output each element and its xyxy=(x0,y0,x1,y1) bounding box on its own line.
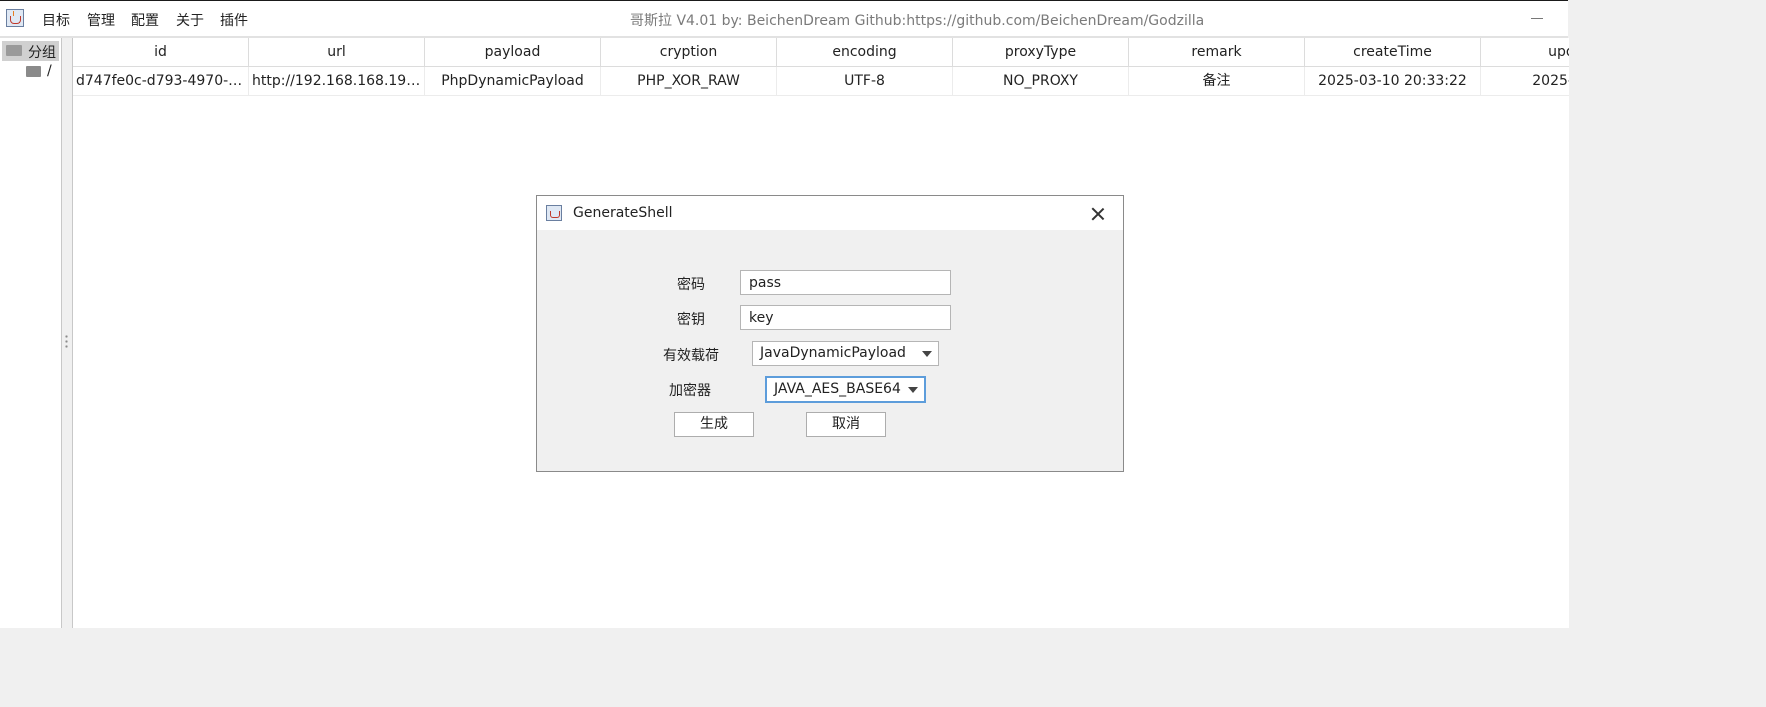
key-field[interactable] xyxy=(740,305,951,330)
cell-updatetime[interactable]: 2025-03-1 xyxy=(1481,67,1569,95)
menu-item-plugins[interactable]: 插件 xyxy=(220,10,248,30)
cell-url[interactable]: http://192.168.168.193/s… xyxy=(249,67,425,95)
menu-item-target[interactable]: 目标 xyxy=(42,10,70,30)
column-header-createtime[interactable]: createTime xyxy=(1305,38,1481,67)
password-label: 密码 xyxy=(677,277,705,293)
java-coffee-icon xyxy=(6,9,24,27)
column-header-proxytype[interactable]: proxyType xyxy=(953,38,1129,67)
cryption-select-value: JAVA_AES_BASE64 xyxy=(774,381,901,397)
cryption-label: 加密器 xyxy=(669,383,711,399)
column-header-remark[interactable]: remark xyxy=(1129,38,1305,67)
generate-button[interactable]: 生成 xyxy=(674,412,754,437)
panel-splitter[interactable] xyxy=(62,38,72,628)
tree-item-root-path[interactable]: / xyxy=(47,63,52,79)
minimize-icon[interactable] xyxy=(1531,18,1543,19)
menu-item-manage[interactable]: 管理 xyxy=(87,10,115,30)
column-header-url[interactable]: url xyxy=(249,38,425,67)
folder-open-icon xyxy=(6,45,22,56)
payload-select[interactable]: JavaDynamicPayload xyxy=(752,341,939,366)
dialog-title: GenerateShell xyxy=(573,205,673,221)
cell-remark[interactable]: 备注 xyxy=(1129,67,1305,95)
window-title: 哥斯拉 V4.01 by: BeichenDream Github:https:… xyxy=(630,13,1205,29)
cryption-select[interactable]: JAVA_AES_BASE64 xyxy=(765,376,926,403)
password-field[interactable] xyxy=(740,270,951,295)
cell-cryption[interactable]: PHP_XOR_RAW xyxy=(601,67,777,95)
tree-root-group[interactable]: 分组 xyxy=(2,41,59,61)
java-coffee-icon xyxy=(546,205,562,221)
cancel-button[interactable]: 取消 xyxy=(806,412,886,437)
cell-proxytype[interactable]: NO_PROXY xyxy=(953,67,1129,95)
payload-select-value: JavaDynamicPayload xyxy=(760,345,906,361)
table-row[interactable]: d747fe0c-d793-4970-ba… http://192.168.16… xyxy=(73,67,1569,96)
key-label: 密钥 xyxy=(677,312,705,328)
table-header: id url payload cryption encoding proxyTy… xyxy=(73,38,1569,67)
column-header-payload[interactable]: payload xyxy=(425,38,601,67)
chevron-down-icon[interactable] xyxy=(908,387,918,393)
cell-id[interactable]: d747fe0c-d793-4970-ba… xyxy=(73,67,249,95)
column-header-encoding[interactable]: encoding xyxy=(777,38,953,67)
column-header-cryption[interactable]: cryption xyxy=(601,38,777,67)
column-header-updatetime[interactable]: updat xyxy=(1481,38,1569,67)
cell-payload[interactable]: PhpDynamicPayload xyxy=(425,67,601,95)
chevron-down-icon[interactable] xyxy=(922,351,932,357)
generate-shell-dialog: GenerateShell 密码 密钥 有效载荷 JavaDynamicPayl… xyxy=(536,195,1124,472)
tree-root-label: 分组 xyxy=(28,45,56,61)
dialog-titlebar[interactable]: GenerateShell xyxy=(537,196,1123,230)
column-header-id[interactable]: id xyxy=(73,38,249,67)
menu-bar: 目标 管理 配置 关于 插件 哥斯拉 V4.01 by: BeichenDrea… xyxy=(0,0,1568,36)
splitter-grip-icon[interactable] xyxy=(65,334,68,350)
menu-item-config[interactable]: 配置 xyxy=(131,10,159,30)
group-tree: 分组 / xyxy=(0,38,62,628)
close-icon[interactable] xyxy=(1090,206,1106,222)
menu-item-about[interactable]: 关于 xyxy=(176,10,204,30)
payload-label: 有效载荷 xyxy=(663,348,719,364)
folder-icon xyxy=(26,66,41,77)
cell-encoding[interactable]: UTF-8 xyxy=(777,67,953,95)
cell-createtime[interactable]: 2025-03-10 20:33:22 xyxy=(1305,67,1481,95)
